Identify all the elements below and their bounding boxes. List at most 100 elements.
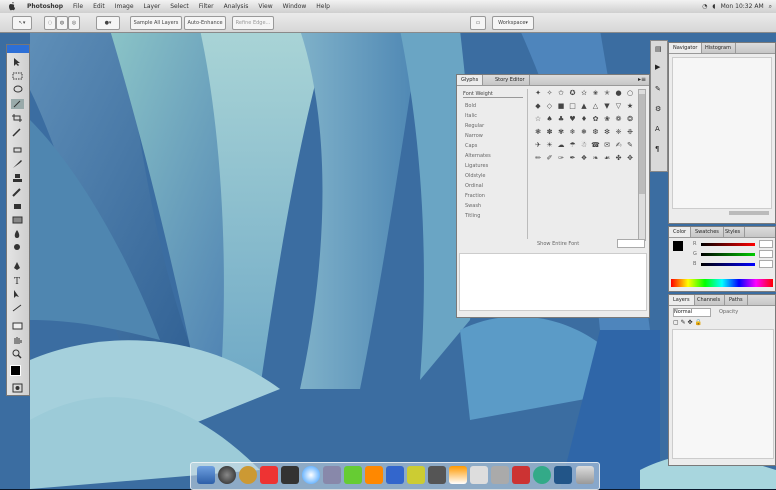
green-value-field[interactable]	[759, 250, 773, 258]
ichat-icon[interactable]	[344, 466, 362, 484]
glyph-cell[interactable]: ✧	[545, 89, 555, 97]
foreground-color-swatch[interactable]	[10, 365, 21, 376]
list-item[interactable]: Alternates	[465, 153, 491, 159]
firefox-icon[interactable]	[365, 466, 383, 484]
tab-story-editor[interactable]: Story Editor	[491, 75, 530, 85]
spotlight-icon[interactable]: ⌕	[769, 3, 772, 11]
glyph-cell[interactable]: ♣	[556, 115, 566, 123]
glyph-cell[interactable]: ✫	[579, 89, 589, 97]
menu-layer[interactable]: Layer	[139, 3, 166, 10]
workspace-menu[interactable]: Workspace ▾	[492, 16, 534, 30]
terminal-icon[interactable]	[281, 466, 299, 484]
marquee-tool-icon[interactable]	[11, 71, 24, 81]
blue-value-field[interactable]	[759, 260, 773, 268]
menu-help[interactable]: Help	[311, 3, 335, 10]
lock-icons[interactable]: ▢ ✎ ✥ 🔒	[673, 319, 733, 326]
list-item[interactable]: Italic	[465, 113, 477, 119]
path-selection-tool-icon[interactable]	[11, 289, 24, 299]
brush-size-picker[interactable]: ●▾	[96, 16, 120, 30]
palette-well-button[interactable]: ▭	[470, 16, 486, 30]
refine-edge-button[interactable]: Refine Edge...	[232, 16, 274, 30]
glyph-cell[interactable]: ❂	[625, 115, 635, 123]
glyph-cell[interactable]: ✍	[614, 141, 624, 149]
list-item[interactable]: Bold	[465, 103, 476, 109]
safari-icon[interactable]	[302, 466, 320, 484]
glyph-cell[interactable]: ✐	[545, 154, 555, 162]
clone-source-icon[interactable]: ⚙	[655, 105, 661, 113]
iphoto-icon[interactable]	[491, 466, 509, 484]
eraser-tool-icon[interactable]	[11, 201, 24, 211]
add-selection-button[interactable]: ◍	[56, 16, 68, 30]
panel-menu-icon[interactable]: ▸≡	[638, 76, 646, 83]
tab-paths[interactable]: Paths	[725, 295, 748, 305]
glyph-cell[interactable]: ☁	[556, 141, 566, 149]
auto-enhance-checkbox[interactable]: Auto-Enhance	[184, 16, 226, 30]
tab-histogram[interactable]: Histogram	[701, 43, 736, 53]
glyph-cell[interactable]: ❖	[579, 154, 589, 162]
tool-preset-picker[interactable]: ↖▾	[12, 16, 32, 30]
glyph-cell[interactable]: ❁	[614, 115, 624, 123]
list-item[interactable]: Caps	[465, 143, 477, 149]
lock-icon[interactable]: ▢ ✎ ✥ 🔒	[673, 319, 702, 326]
gradient-tool-icon[interactable]	[11, 215, 24, 225]
glyph-cell[interactable]: ❈	[614, 128, 624, 136]
glyph-cell[interactable]: ✽	[545, 128, 555, 136]
list-item[interactable]: Fraction	[465, 193, 485, 199]
menu-window[interactable]: Window	[278, 3, 312, 10]
clone-stamp-tool-icon[interactable]	[11, 173, 24, 183]
shape-tool-icon[interactable]	[11, 303, 24, 313]
glyph-cell[interactable]: ❃	[533, 128, 543, 136]
tab-glyphs[interactable]: Glyphs	[457, 75, 484, 85]
layers-list[interactable]	[672, 329, 774, 459]
blur-tool-icon[interactable]	[11, 229, 24, 239]
list-item[interactable]: Oldstyle	[465, 173, 486, 179]
tab-swatches[interactable]: Swatches	[691, 227, 724, 237]
type-tool-icon[interactable]: T	[11, 275, 24, 285]
menu-edit[interactable]: Edit	[88, 3, 110, 10]
green-slider[interactable]	[701, 253, 755, 256]
camera-icon[interactable]	[428, 466, 446, 484]
flash-icon[interactable]	[512, 466, 530, 484]
tab-navigator[interactable]: Navigator	[669, 43, 703, 53]
glyph-cell[interactable]: ✬	[591, 89, 601, 97]
glyph-cell[interactable]: ☙	[602, 154, 612, 162]
glyph-cell[interactable]: ✥	[625, 154, 635, 162]
finder-icon[interactable]	[197, 466, 215, 484]
quick-mask-icon[interactable]	[11, 383, 24, 393]
glyph-cell[interactable]: ♦	[579, 115, 589, 123]
new-selection-button[interactable]: ◌	[44, 16, 56, 30]
glyph-cell[interactable]: ○	[625, 89, 635, 97]
glyph-cell[interactable]: ◆	[533, 102, 543, 110]
paragraph-icon[interactable]: ¶	[655, 145, 659, 153]
history-icon[interactable]: ▤	[655, 45, 662, 53]
glyph-cell[interactable]: □	[568, 102, 578, 110]
calendar-icon[interactable]	[260, 466, 278, 484]
sample-all-layers-checkbox[interactable]: Sample All Layers	[130, 16, 182, 30]
red-value-field[interactable]	[759, 240, 773, 248]
menu-view[interactable]: View	[253, 3, 277, 10]
glyph-cell[interactable]: ♠	[545, 115, 555, 123]
scrollbar-thumb[interactable]	[639, 94, 645, 194]
navigator-preview[interactable]	[672, 57, 772, 209]
vlc-icon[interactable]	[449, 466, 467, 484]
volume-icon[interactable]: ◖	[712, 3, 715, 10]
trash-icon[interactable]	[576, 466, 594, 484]
menu-analysis[interactable]: Analysis	[219, 3, 254, 10]
crop-tool-icon[interactable]	[11, 113, 24, 123]
glyph-cell[interactable]: ❇	[602, 128, 612, 136]
glyph-cell[interactable]: ✪	[568, 89, 578, 97]
dodge-tool-icon[interactable]	[11, 243, 24, 253]
history-brush-tool-icon[interactable]	[11, 187, 24, 197]
glyph-cell[interactable]: ✦	[533, 89, 543, 97]
glyph-cell[interactable]: ✤	[614, 154, 624, 162]
glyph-cell[interactable]: ✎	[625, 141, 635, 149]
list-item[interactable]: Regular	[465, 123, 484, 129]
glyph-cell[interactable]: ❉	[625, 128, 635, 136]
color-foreground-swatch[interactable]	[673, 241, 683, 251]
preview-icon[interactable]	[470, 466, 488, 484]
dashboard-icon[interactable]	[218, 466, 236, 484]
red-slider[interactable]	[701, 243, 755, 246]
glyph-cell[interactable]: ▲	[579, 102, 589, 110]
pen-tool-icon[interactable]	[11, 261, 24, 271]
glyph-cell[interactable]: ✑	[556, 154, 566, 162]
